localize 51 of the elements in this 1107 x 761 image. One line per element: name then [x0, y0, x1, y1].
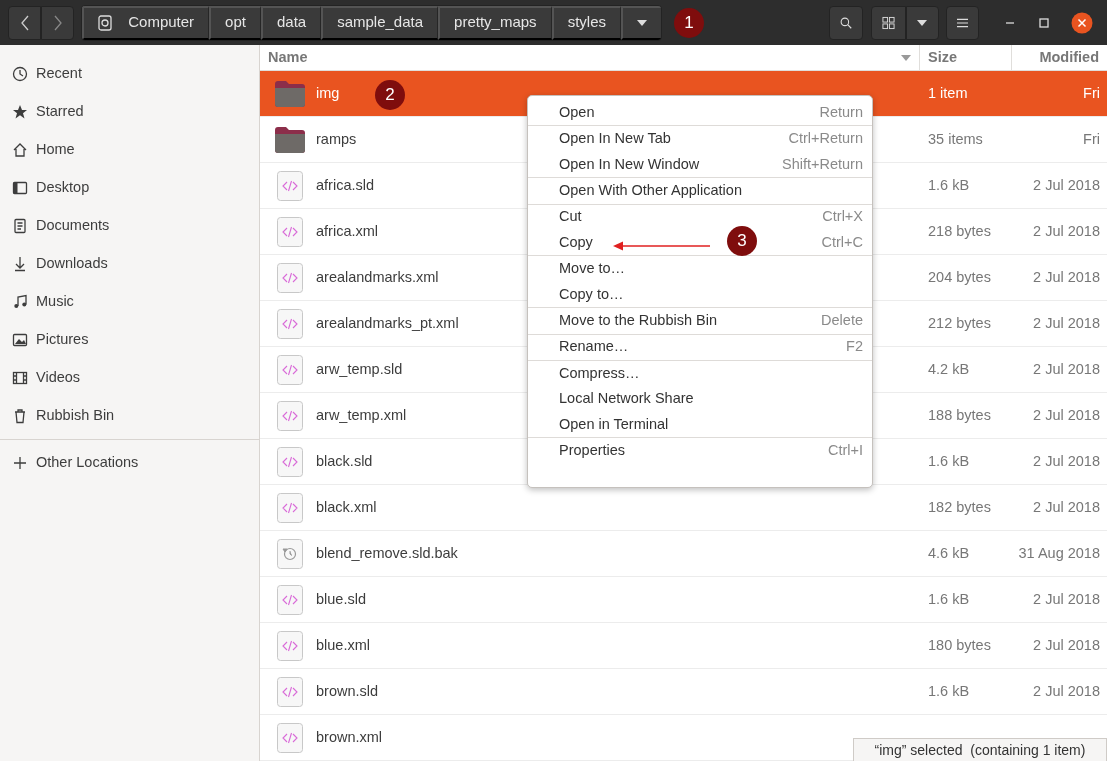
file-modified: 2 Jul 2018 [1033, 176, 1100, 193]
file-name: brown.xml [316, 727, 383, 747]
shortcut-hint: Delete [821, 310, 863, 330]
file-name: blue.xml [316, 635, 370, 655]
file-name: arealandmarks.xml [316, 267, 439, 287]
file-modified: 2 Jul 2018 [1033, 590, 1100, 607]
file-name: ramps [316, 129, 357, 149]
file-name: black.sld [316, 451, 373, 471]
file-modified: 2 Jul 2018 [1033, 314, 1100, 331]
file-size: 4.6 kB [928, 544, 970, 561]
file-size: 218 bytes [928, 222, 991, 239]
selection-status-toast: “img” selected (containing 1 item) [853, 738, 1107, 761]
shortcut-hint: Shift+Return [782, 154, 863, 174]
shortcut-hint: Ctrl+C [821, 232, 863, 252]
file-name: arw_temp.sld [316, 359, 403, 379]
file-size: 1.6 kB [928, 176, 970, 193]
file-name: blend_remove.sld.bak [316, 543, 458, 563]
file-name: brown.sld [316, 681, 379, 701]
file-modified: 2 Jul 2018 [1033, 498, 1100, 515]
file-name: blue.sld [316, 589, 366, 609]
shortcut-hint: Ctrl+I [827, 440, 863, 460]
file-size: 180 bytes [928, 636, 991, 653]
file-modified: 2 Jul 2018 [1033, 452, 1100, 469]
file-modified: 2 Jul 2018 [1033, 682, 1100, 699]
file-size: 1.6 kB [928, 452, 970, 469]
file-size: 204 bytes [928, 268, 991, 285]
file-size: 182 bytes [928, 498, 991, 515]
file-name: black.xml [316, 497, 377, 517]
file-size: 188 bytes [928, 406, 991, 423]
shortcut-hint: Ctrl+Return [788, 129, 863, 149]
file-size: 1 item [928, 84, 968, 101]
file-size: 1.6 kB [928, 682, 970, 699]
file-modified: 2 Jul 2018 [1033, 406, 1100, 423]
shortcut-hint: F2 [846, 337, 863, 357]
file-name: img [316, 83, 340, 103]
file-name: arealandmarks_pt.xml [316, 313, 459, 333]
file-modified: 2 Jul 2018 [1033, 360, 1100, 377]
file-modified: Fri [1083, 84, 1100, 101]
file-modified: Fri [1083, 130, 1100, 147]
file-name: africa.sld [316, 175, 375, 195]
file-modified: 2 Jul 2018 [1033, 268, 1100, 285]
file-name: africa.xml [316, 221, 379, 241]
file-modified: 31 Aug 2018 [1018, 544, 1100, 561]
shortcut-hint: Ctrl+X [822, 207, 863, 227]
file-name: arw_temp.xml [316, 405, 407, 425]
file-size: 212 bytes [928, 314, 991, 331]
file-modified: 2 Jul 2018 [1033, 222, 1100, 239]
file-modified: 2 Jul 2018 [1033, 636, 1100, 653]
file-size: 1.6 kB [928, 590, 970, 607]
file-size: 4.2 kB [928, 360, 970, 377]
file-size: 35 items [928, 130, 983, 147]
